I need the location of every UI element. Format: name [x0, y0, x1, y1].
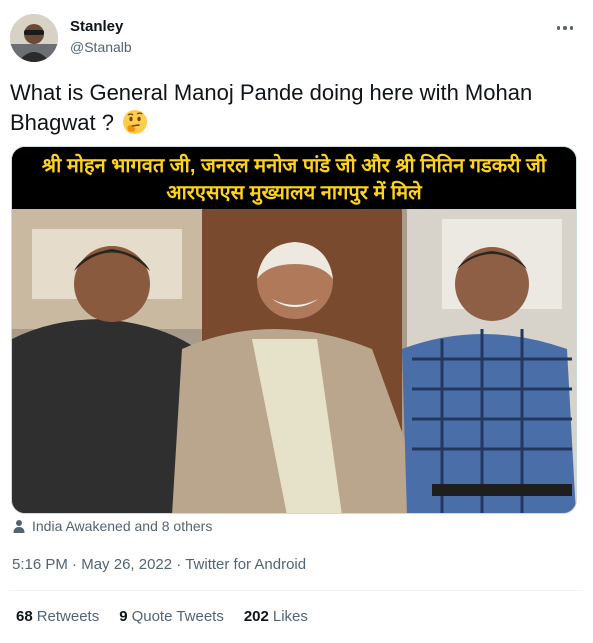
retweets-stat[interactable]: 68 Retweets — [16, 608, 99, 625]
photo-three-men — [12, 209, 576, 513]
more-options-icon[interactable] — [553, 18, 577, 38]
tweet-date[interactable]: May 26, 2022 — [81, 556, 172, 573]
quote-tweets-stat[interactable]: 9 Quote Tweets — [119, 608, 224, 625]
tweet-source[interactable]: Twitter for Android — [185, 556, 306, 573]
meta-separator: · — [72, 556, 82, 573]
user-handle[interactable]: @Stanalb — [70, 39, 132, 55]
quote-tweets-label: Quote Tweets — [131, 608, 224, 625]
liked-by-row[interactable]: India Awakened and 8 others — [12, 518, 212, 534]
tweet-time[interactable]: 5:16 PM — [12, 556, 68, 573]
avatar[interactable] — [10, 14, 58, 62]
likes-label: Likes — [272, 608, 308, 625]
image-banner: श्री मोहन भागवत जी, जनरल मनोज पांडे जी औ… — [12, 147, 576, 209]
likes-count: 202 — [243, 608, 269, 625]
tweet-image[interactable]: श्री मोहन भागवत जी, जनरल मनोज पांडे जी औ… — [11, 146, 577, 514]
liked-by-text[interactable]: India Awakened and 8 others — [32, 518, 212, 534]
banner-line-2: आरएसएस मुख्यालय नागपुर में मिले — [166, 182, 422, 204]
user-name[interactable]: Stanley — [70, 18, 123, 35]
tweet: Stanley @Stanalb What is General Manoj P… — [0, 0, 593, 643]
tweet-text: What is General Manoj Pande doing here w… — [10, 78, 580, 143]
tweet-stats: 68 Retweets 9 Quote Tweets 202 Likes — [16, 608, 328, 625]
tweet-meta: 5:16 PM · May 26, 2022 · Twitter for And… — [12, 556, 306, 573]
retweets-count: 68 — [16, 608, 33, 625]
banner-line-1: श्री मोहन भागवत जी, जनरल मनोज पांडे जी औ… — [41, 155, 547, 177]
divider — [10, 590, 583, 591]
meta-separator: · — [176, 556, 186, 573]
retweets-label: Retweets — [36, 608, 100, 625]
likes-stat[interactable]: 202 Likes — [244, 608, 308, 625]
person-icon — [13, 520, 25, 533]
tweet-text-body: What is General Manoj Pande doing here w… — [10, 80, 533, 135]
quote-tweets-count: 9 — [119, 608, 128, 625]
tweet-header: Stanley @Stanalb — [10, 12, 583, 64]
thinking-face-icon — [122, 109, 148, 143]
